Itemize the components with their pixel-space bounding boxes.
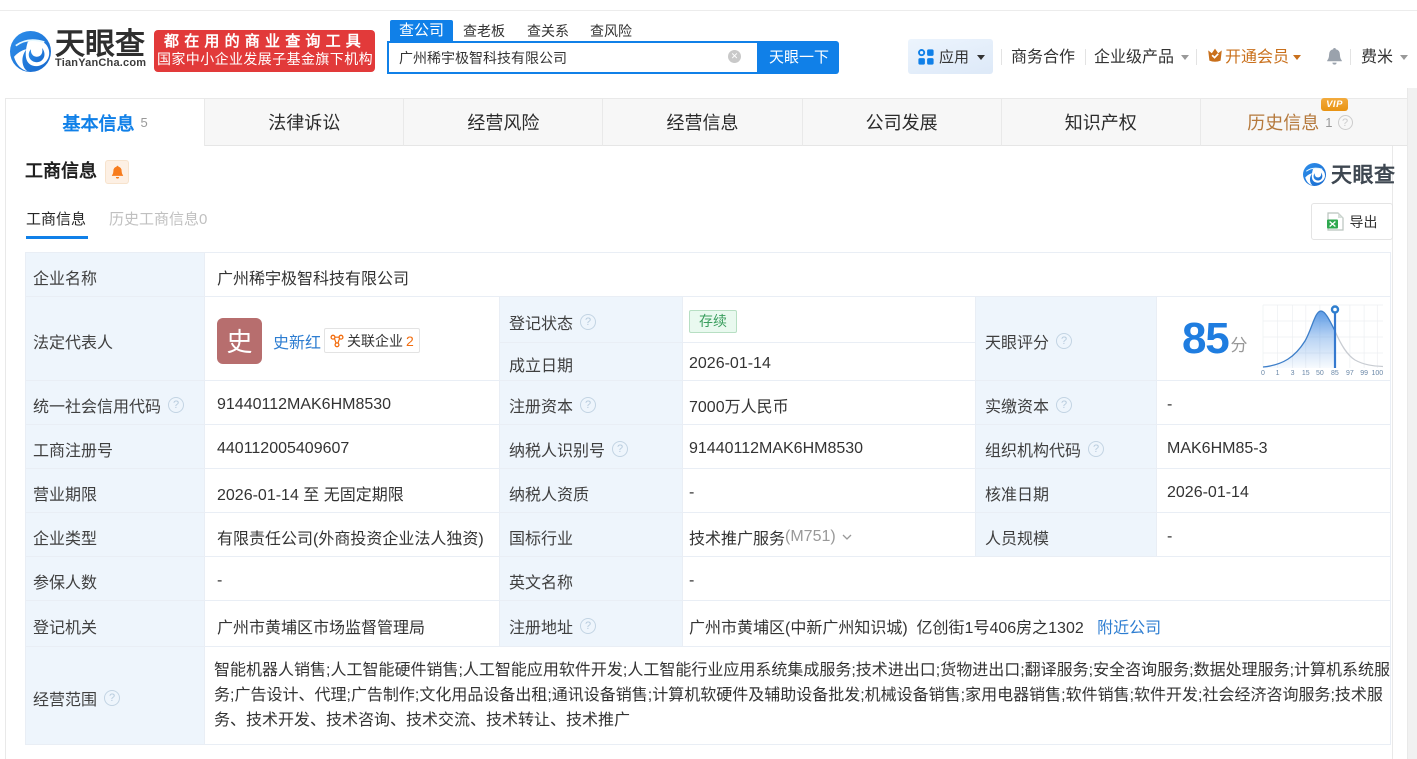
svg-text:85: 85 — [1331, 370, 1339, 377]
svg-text:99: 99 — [1360, 370, 1368, 377]
svg-text:50: 50 — [1316, 370, 1324, 377]
svg-text:0: 0 — [1261, 370, 1265, 377]
svg-text:3: 3 — [1290, 370, 1294, 377]
svg-text:1: 1 — [1275, 370, 1279, 377]
svg-text:15: 15 — [1301, 370, 1309, 377]
svg-text:100: 100 — [1371, 370, 1383, 377]
svg-text:97: 97 — [1346, 370, 1354, 377]
